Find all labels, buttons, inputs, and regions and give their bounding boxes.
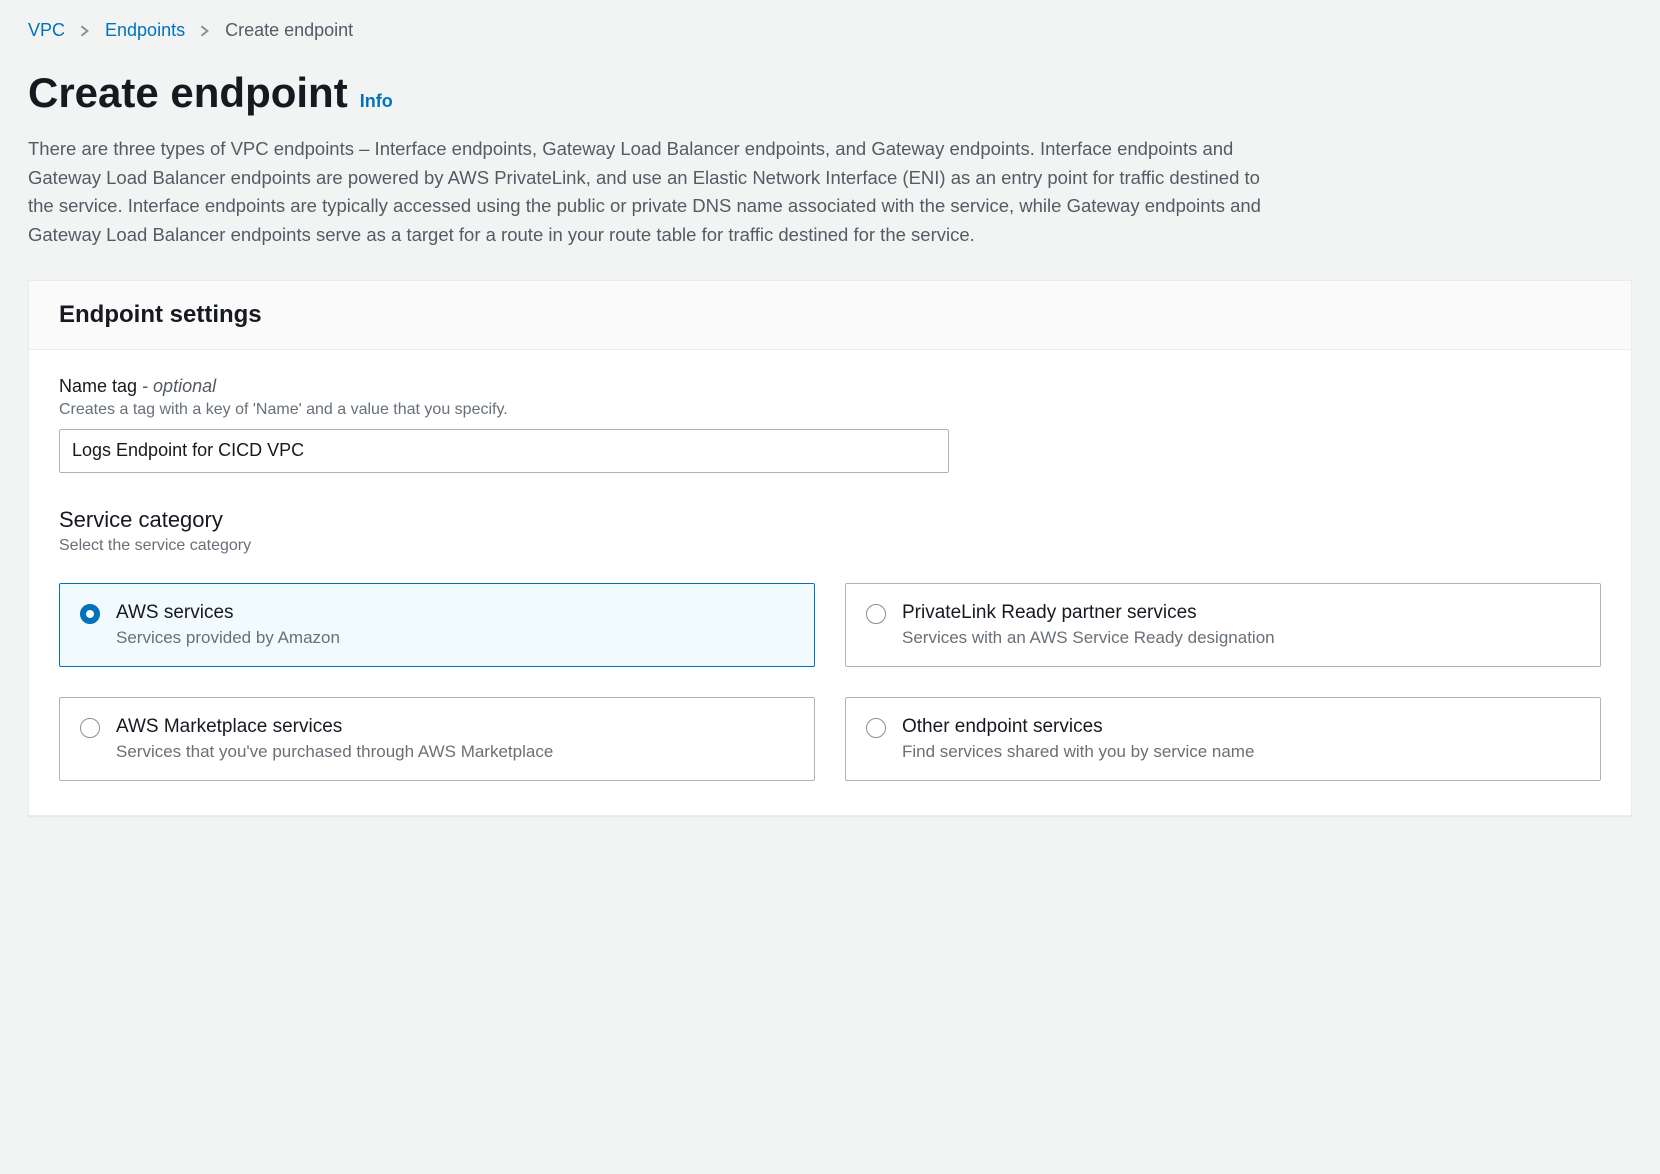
page-description: There are three types of VPC endpoints –… [28,135,1288,250]
name-tag-optional: - optional [137,376,216,396]
radio-desc: Services with an AWS Service Ready desig… [902,628,1580,648]
service-category-helper: Select the service category [59,537,1601,555]
radio-desc: Services that you've purchased through A… [116,742,794,762]
breadcrumb: VPC Endpoints Create endpoint [28,20,1632,41]
info-link[interactable]: Info [360,91,393,112]
chevron-right-icon [199,25,211,37]
radio-aws-services[interactable]: AWS services Services provided by Amazon [59,583,815,667]
name-tag-input[interactable] [59,429,949,473]
radio-title: AWS Marketplace services [116,716,794,738]
page-title: Create endpoint [28,69,348,117]
radio-title: PrivateLink Ready partner services [902,602,1580,624]
radio-icon [866,718,886,738]
service-category-options: AWS services Services provided by Amazon… [59,583,1601,781]
breadcrumb-link-vpc[interactable]: VPC [28,20,65,41]
name-tag-label: Name tag - optional [59,376,1601,397]
card-body: Name tag - optional Creates a tag with a… [29,350,1631,815]
radio-icon [80,718,100,738]
card-header: Endpoint settings [29,281,1631,350]
name-tag-label-text: Name tag [59,376,137,396]
breadcrumb-current: Create endpoint [225,20,353,41]
card-title: Endpoint settings [59,301,1601,329]
radio-title: Other endpoint services [902,716,1580,738]
radio-title: AWS services [116,602,794,624]
radio-icon [866,604,886,624]
page-title-row: Create endpoint Info [28,69,1632,117]
radio-icon [80,604,100,624]
chevron-right-icon [79,25,91,37]
radio-other-endpoint[interactable]: Other endpoint services Find services sh… [845,697,1601,781]
radio-desc: Find services shared with you by service… [902,742,1580,762]
radio-privatelink-partner[interactable]: PrivateLink Ready partner services Servi… [845,583,1601,667]
radio-marketplace[interactable]: AWS Marketplace services Services that y… [59,697,815,781]
name-tag-helper: Creates a tag with a key of 'Name' and a… [59,401,1601,419]
endpoint-settings-card: Endpoint settings Name tag - optional Cr… [28,280,1632,816]
breadcrumb-link-endpoints[interactable]: Endpoints [105,20,185,41]
radio-desc: Services provided by Amazon [116,628,794,648]
service-category-label: Service category [59,507,1601,533]
